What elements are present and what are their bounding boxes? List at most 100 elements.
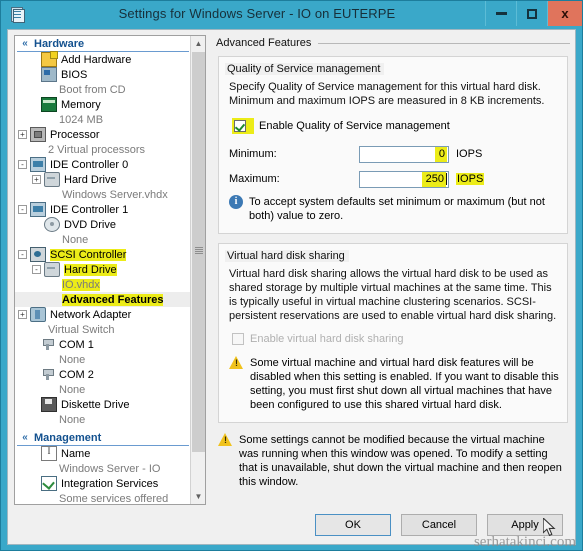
collapse-icon[interactable]: - — [18, 160, 27, 169]
enable-qos-row[interactable]: Enable Quality of Service management — [229, 117, 559, 135]
expand-icon[interactable]: + — [32, 175, 41, 184]
maximum-iops-row: Maximum: 250 IOPS — [229, 170, 559, 188]
tree-item-dvd-drive[interactable]: DVD Drive — [15, 217, 191, 232]
vhd-sharing-group: Virtual hard disk sharing Virtual hard d… — [218, 243, 568, 423]
minimize-icon — [495, 12, 507, 15]
header-divider — [318, 42, 570, 44]
vhd-sharing-description: Virtual hard disk sharing allows the vir… — [229, 268, 557, 322]
tree-item-bios[interactable]: BIOS — [15, 67, 191, 82]
scrollbar-thumb[interactable] — [192, 52, 205, 452]
cancel-button[interactable]: Cancel — [401, 514, 477, 536]
tree-item-sub: Boot from CD — [59, 83, 126, 96]
tree-item-label: Hard Drive — [64, 263, 117, 276]
tree-item-label: IDE Controller 1 — [50, 203, 129, 216]
scrollbar-grip-icon — [195, 247, 203, 254]
tree-item-ide-controller-0[interactable]: - IDE Controller 0 — [15, 157, 191, 172]
hardware-tree-panel[interactable]: « Hardware Add Hardware BIOS Boot from C… — [14, 35, 206, 505]
qos-info-row: i To accept system defaults set minimum … — [229, 195, 559, 223]
tree-item-label: Advanced Features — [62, 293, 164, 306]
minimum-unit: IOPS — [456, 148, 483, 160]
apply-button[interactable]: Apply — [487, 514, 563, 536]
tree-item-ide-controller-1[interactable]: - IDE Controller 1 — [15, 202, 191, 217]
collapse-chevron-icon[interactable]: « — [19, 432, 31, 444]
tree-item-label: COM 2 — [59, 368, 94, 381]
expand-icon[interactable]: + — [18, 130, 27, 139]
tree-item-com-2[interactable]: COM 2 — [15, 367, 191, 382]
diskette-drive-icon — [41, 397, 57, 412]
tree-item-memory[interactable]: Memory — [15, 97, 191, 112]
tree-item-label: Processor — [50, 128, 100, 141]
global-warning-text: Some settings cannot be modified because… — [239, 434, 562, 488]
hard-drive-icon — [44, 172, 60, 187]
title-bar: Settings for Windows Server - IO on EUTE… — [1, 1, 582, 26]
integration-services-icon — [41, 476, 57, 491]
qos-group: Quality of Service management Specify Qu… — [218, 56, 568, 234]
ok-button[interactable]: OK — [315, 514, 391, 536]
enable-vhd-sharing-checkbox[interactable] — [232, 333, 244, 345]
tree-group-management[interactable]: « Management — [17, 430, 189, 446]
tree-item-advanced-features[interactable]: Advanced Features — [15, 292, 191, 307]
settings-page-icon — [9, 6, 25, 23]
advanced-features-pane: Advanced Features Quality of Service man… — [214, 35, 570, 505]
collapse-icon[interactable]: - — [18, 205, 27, 214]
minimum-iops-input[interactable]: 0 — [359, 145, 449, 163]
tree-item-sub: 2 Virtual processors — [48, 143, 146, 156]
enable-vhd-sharing-row[interactable]: Enable virtual hard disk sharing — [229, 332, 559, 346]
tree-item-label: Name — [61, 447, 91, 460]
scsi-controller-icon — [30, 247, 46, 262]
tree-item-label: Add Hardware — [61, 53, 132, 66]
qos-group-title: Quality of Service management — [225, 63, 385, 75]
enable-vhd-sharing-label: Enable virtual hard disk sharing — [250, 333, 404, 345]
scroll-down-button[interactable]: ▼ — [191, 489, 205, 504]
memory-icon — [41, 97, 57, 112]
tree-group-hardware[interactable]: « Hardware — [17, 36, 189, 52]
tree-item-name[interactable]: Name — [15, 446, 191, 461]
tree-item-diskette-drive[interactable]: Diskette Drive — [15, 397, 191, 412]
enable-qos-checkbox[interactable] — [234, 120, 246, 132]
maximize-button[interactable] — [516, 1, 547, 26]
tree-item-label: Integration Services — [61, 477, 159, 490]
com-port-icon — [41, 338, 55, 351]
collapse-icon[interactable]: - — [32, 265, 41, 274]
tree-item-add-hardware[interactable]: Add Hardware — [15, 51, 191, 67]
tree-item-network-adapter[interactable]: + Network Adapter — [15, 307, 191, 322]
tree-item-hard-drive-scsi[interactable]: - Hard Drive — [15, 262, 191, 277]
tree-item-sub: IO.vhdx — [15, 277, 191, 292]
tree-item-sub: Virtual Switch — [48, 323, 115, 336]
watermark: serhatakinci.com — [473, 534, 576, 550]
tree-group-label: Management — [34, 431, 102, 444]
tree-item-sub-label: IO.vhdx — [62, 278, 100, 291]
vhd-sharing-group-title: Virtual hard disk sharing — [225, 250, 349, 262]
tree-item-label: Hard Drive — [64, 173, 117, 186]
window-title: Settings for Windows Server - IO on EUTE… — [118, 6, 396, 21]
com-port-icon — [41, 368, 55, 381]
tree-item-scsi-controller[interactable]: - SCSI Controller — [15, 247, 191, 262]
collapse-chevron-icon[interactable]: « — [19, 38, 31, 50]
tree-item-hard-drive-ide[interactable]: + Hard Drive — [15, 172, 191, 187]
hardware-tree: « Hardware Add Hardware BIOS Boot from C… — [15, 36, 191, 504]
tree-scrollbar[interactable]: ▲ ▼ — [190, 36, 205, 504]
tree-item-label: Diskette Drive — [61, 398, 130, 411]
dvd-drive-icon — [44, 217, 60, 232]
collapse-icon[interactable]: - — [18, 250, 27, 259]
network-adapter-icon — [30, 307, 46, 322]
dialog-client-area: « Hardware Add Hardware BIOS Boot from C… — [7, 29, 576, 545]
minimum-iops-row: Minimum: 0 IOPS — [229, 145, 559, 163]
bios-icon — [41, 67, 57, 82]
minimize-button[interactable] — [485, 1, 516, 26]
tree-item-integration-services[interactable]: Integration Services — [15, 476, 191, 491]
tree-item-label: Network Adapter — [50, 308, 132, 321]
tree-item-label: Memory — [61, 98, 101, 111]
maximum-iops-input[interactable]: 250 — [359, 170, 449, 188]
maximum-label: Maximum: — [229, 173, 280, 185]
close-button[interactable]: x — [547, 1, 582, 26]
tree-item-com-1[interactable]: COM 1 — [15, 337, 191, 352]
maximum-value: 250 — [421, 171, 446, 187]
tree-item-processor[interactable]: + Processor — [15, 127, 191, 142]
scroll-up-button[interactable]: ▲ — [191, 36, 205, 51]
expand-icon[interactable]: + — [18, 310, 27, 319]
tree-item-sub: None — [59, 383, 86, 396]
qos-info-text: To accept system defaults set minimum or… — [249, 196, 545, 222]
tree-item-sub: Windows Server - IO — [59, 462, 161, 475]
ide-controller-icon — [30, 157, 46, 172]
